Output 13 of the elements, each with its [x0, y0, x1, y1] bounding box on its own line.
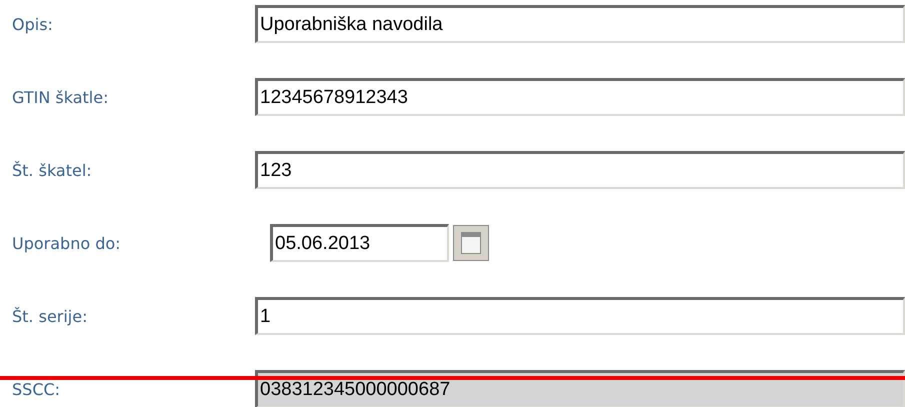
field-label: Št. serije: [11, 306, 88, 326]
text-field[interactable]: Uporabniška navodila [255, 5, 905, 43]
calendar-button[interactable] [453, 225, 489, 261]
field-label: GTIN škatle: [11, 88, 110, 106]
field-label: Opis: [11, 14, 54, 34]
date-field[interactable]: 05.06.2013 [270, 224, 449, 262]
field-label: SSCC: [11, 380, 62, 398]
text-field[interactable]: 12345678912343 [255, 78, 905, 116]
text-field[interactable]: 1 [255, 297, 905, 335]
calendar-icon [461, 232, 481, 254]
field-label: Uporabno do: [11, 234, 122, 252]
field-label: Št. škatel: [11, 160, 93, 180]
text-field[interactable]: 123 [255, 151, 905, 189]
